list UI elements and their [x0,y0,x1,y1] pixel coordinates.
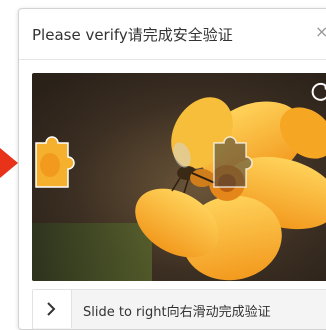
verify-dialog: Please verify请完成安全验证 × [18,8,326,330]
puzzle-piece[interactable] [32,135,76,189]
captcha-image [32,73,326,281]
dialog-title: Please verify请完成安全验证 [32,26,233,44]
slider-handle[interactable] [33,290,72,328]
slider-hint: Slide to right向右滑动完成验证 [83,305,271,320]
flower-bee-image [32,73,326,281]
slider-track: Slide to right向右滑动完成验证 [32,289,326,329]
close-button[interactable]: × [315,22,326,42]
dialog-header: Please verify请完成安全验证 × [19,9,326,60]
chevron-right-icon [47,302,56,316]
pointer-arrow-icon [0,148,18,178]
refresh-icon[interactable] [310,81,326,103]
